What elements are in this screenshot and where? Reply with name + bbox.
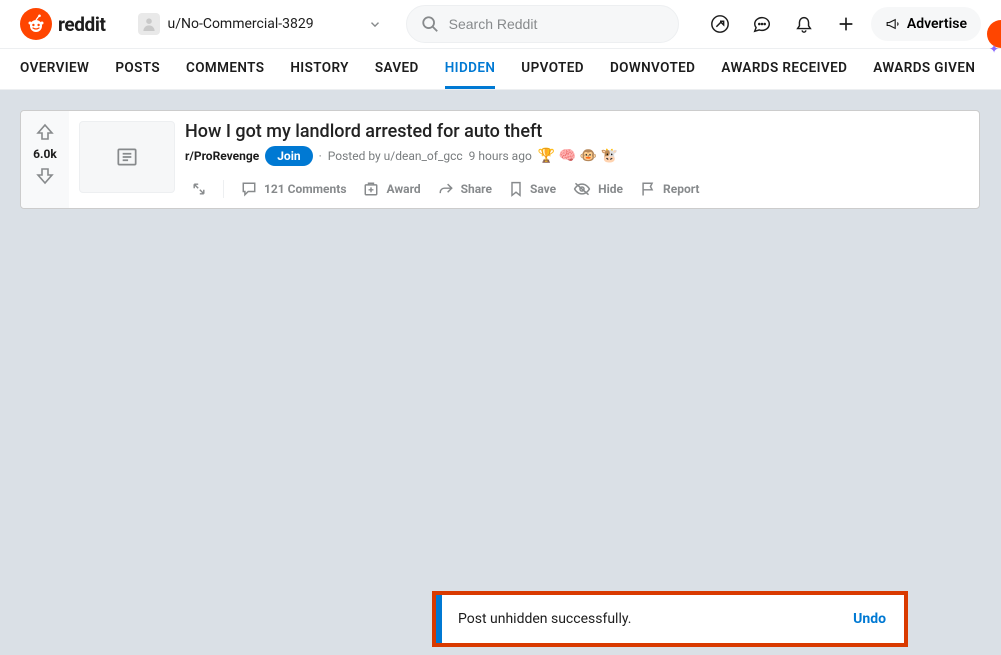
search-icon bbox=[421, 15, 439, 33]
tab-downvoted[interactable]: DOWNVOTED bbox=[610, 49, 695, 89]
toast-notification: Post unhidden successfully. Undo bbox=[432, 591, 908, 647]
award-button[interactable]: Award bbox=[356, 176, 426, 202]
post-title[interactable]: How I got my landlord arrested for auto … bbox=[185, 121, 969, 142]
subreddit-link[interactable]: r/ProRevenge bbox=[185, 149, 259, 163]
toast-message: Post unhidden successfully. bbox=[442, 611, 835, 627]
author-link[interactable]: u/dean_of_gcc bbox=[384, 149, 463, 163]
tab-awards-received[interactable]: AWARDS RECEIVED bbox=[721, 49, 847, 89]
post-card[interactable]: 6.0k How I got my landlord arrested for … bbox=[20, 110, 980, 209]
megaphone-icon bbox=[885, 16, 901, 32]
reddit-logo[interactable]: reddit bbox=[20, 8, 106, 40]
save-button[interactable]: Save bbox=[502, 176, 562, 202]
create-post-icon[interactable] bbox=[829, 7, 863, 41]
post-time: 9 hours ago bbox=[469, 149, 532, 163]
chat-icon[interactable] bbox=[745, 7, 779, 41]
sparkle-icon: ✦ bbox=[989, 42, 999, 56]
award-emojis[interactable]: 🏆 🧠 🐵 🐮 bbox=[538, 148, 618, 164]
tab-posts[interactable]: POSTS bbox=[115, 49, 160, 89]
profile-tabs: OVERVIEW POSTS COMMENTS HISTORY SAVED HI… bbox=[0, 49, 1001, 90]
username-text: u/No-Commercial-3829 bbox=[168, 16, 314, 32]
comments-button[interactable]: 121 Comments bbox=[234, 176, 352, 202]
advertise-label: Advertise bbox=[907, 16, 967, 32]
advertise-button[interactable]: Advertise bbox=[871, 7, 981, 41]
avatar-icon bbox=[138, 13, 160, 35]
brand-text: reddit bbox=[58, 13, 106, 36]
tab-hidden[interactable]: HIDDEN bbox=[445, 49, 496, 89]
post-thumbnail[interactable] bbox=[79, 121, 175, 193]
vote-column: 6.0k bbox=[21, 111, 69, 208]
upvote-icon[interactable] bbox=[34, 121, 56, 143]
search-bar[interactable] bbox=[406, 5, 679, 43]
share-button[interactable]: Share bbox=[431, 176, 498, 202]
tab-comments[interactable]: COMMENTS bbox=[186, 49, 264, 89]
tab-history[interactable]: HISTORY bbox=[290, 49, 348, 89]
top-header: reddit u/No-Commercial-3829 bbox=[0, 0, 1001, 49]
tab-upvoted[interactable]: UPVOTED bbox=[521, 49, 584, 89]
post-score: 6.0k bbox=[33, 147, 57, 161]
expand-icon[interactable] bbox=[185, 177, 213, 201]
posted-by: Posted by u/dean_of_gcc bbox=[328, 149, 463, 163]
tab-overview[interactable]: OVERVIEW bbox=[20, 49, 89, 89]
popular-icon[interactable] bbox=[703, 7, 737, 41]
post-body: How I got my landlord arrested for auto … bbox=[185, 111, 979, 208]
tab-saved[interactable]: SAVED bbox=[375, 49, 419, 89]
post-actions: 121 Comments Award Share Save Hide bbox=[185, 176, 969, 202]
downvote-icon[interactable] bbox=[34, 165, 56, 187]
search-input[interactable] bbox=[449, 16, 664, 32]
reddit-snoo-icon bbox=[20, 8, 52, 40]
user-dropdown[interactable]: u/No-Commercial-3829 bbox=[138, 13, 382, 35]
tab-awards-given[interactable]: AWARDS GIVEN bbox=[873, 49, 975, 89]
chevron-down-icon bbox=[368, 17, 382, 31]
feed: 6.0k How I got my landlord arrested for … bbox=[0, 90, 1001, 229]
undo-button[interactable]: Undo bbox=[835, 611, 904, 627]
hide-button[interactable]: Hide bbox=[566, 176, 629, 202]
notifications-icon[interactable] bbox=[787, 7, 821, 41]
header-actions: Advertise bbox=[703, 7, 981, 41]
join-button[interactable]: Join bbox=[265, 146, 312, 166]
report-button[interactable]: Report bbox=[633, 176, 705, 202]
post-meta: r/ProRevenge Join · Posted by u/dean_of_… bbox=[185, 146, 969, 166]
